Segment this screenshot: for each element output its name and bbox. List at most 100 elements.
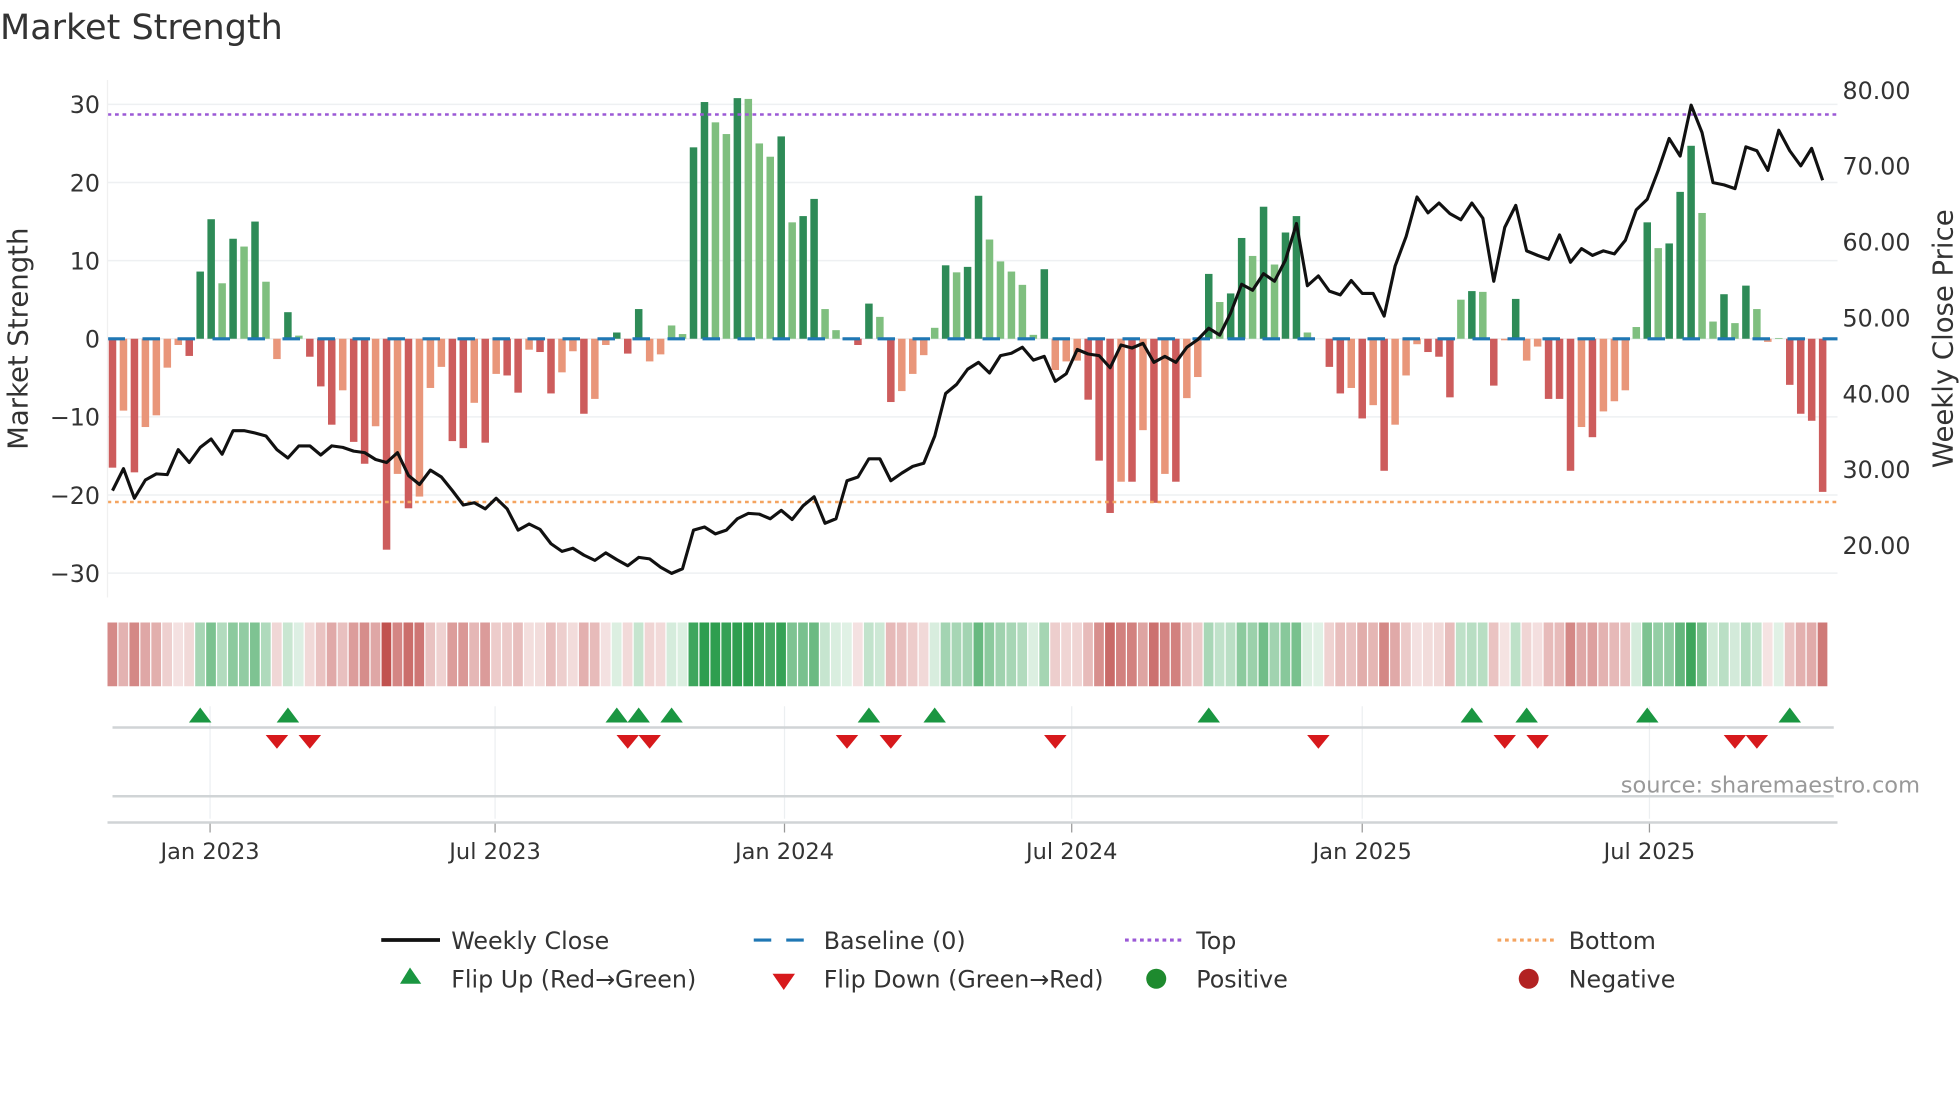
source-label: source: sharemaestro.com — [1621, 773, 1920, 799]
strength-bar — [284, 312, 292, 339]
heat-cell — [633, 622, 644, 687]
flip-up-marker — [1460, 707, 1484, 723]
flip-up-marker — [627, 707, 650, 723]
strength-bar — [755, 143, 764, 339]
heat-cell — [1006, 622, 1017, 687]
heat-cell — [1269, 622, 1280, 687]
heat-cell — [107, 622, 118, 687]
heat-cell — [151, 622, 162, 687]
flip-up-marker — [1197, 707, 1220, 723]
y-tick-label: 30 — [70, 91, 100, 119]
strength-bar — [1621, 338, 1630, 391]
strength-bar — [492, 338, 500, 374]
y2-axis-label: Weekly Close Price — [1928, 209, 1960, 468]
strength-bar — [1511, 298, 1520, 339]
heat-cell — [1291, 622, 1302, 687]
heat-cell — [480, 622, 490, 687]
heat-cell — [1773, 622, 1784, 687]
strength-bar — [744, 98, 753, 339]
y-tick-label: −20 — [50, 482, 100, 510]
heat-cell — [951, 622, 962, 687]
strength-bar — [306, 338, 314, 357]
legend-bottom[interactable]: Bottom — [1497, 927, 1656, 955]
heat-cell — [1729, 622, 1740, 687]
strength-bar — [777, 136, 785, 339]
heat-cell — [228, 622, 238, 687]
negative-dot-icon — [1518, 968, 1539, 989]
strength-bar — [1807, 338, 1816, 421]
heat-cell — [282, 622, 293, 687]
strength-bar — [207, 219, 215, 339]
heat-cell — [1817, 622, 1828, 687]
legend-label: Flip Up (Red→Green) — [451, 966, 696, 994]
strength-bar — [1742, 285, 1750, 339]
y2-tick-label: 80.00 — [1843, 77, 1911, 105]
heat-cell — [1236, 622, 1247, 687]
heat-cell — [831, 622, 841, 687]
strength-bar — [218, 283, 226, 339]
strength-bar — [1654, 248, 1662, 339]
heat-cell — [984, 622, 995, 687]
heat-cell — [381, 622, 392, 687]
heat-cell — [721, 622, 732, 687]
flip-up-marker — [605, 707, 629, 723]
legend-positive[interactable]: Positive — [1146, 966, 1288, 994]
strength-bar — [1490, 338, 1498, 386]
strength-bar — [1522, 338, 1531, 361]
strength-bar — [711, 122, 720, 339]
legend-flip-down[interactable]: Flip Down (Green→Red) — [772, 966, 1104, 994]
legend-top[interactable]: Top — [1125, 927, 1236, 955]
strength-bar — [152, 338, 161, 416]
y-tick-label: 10 — [70, 247, 100, 275]
strength-bar — [1457, 299, 1465, 339]
strength-bar — [437, 338, 446, 367]
strength-bar — [656, 338, 665, 355]
heat-cell — [1390, 622, 1400, 687]
heat-cell — [491, 622, 501, 687]
heat-cell — [666, 622, 677, 687]
heat-cell — [809, 622, 819, 687]
strength-bar — [689, 147, 698, 339]
heat-cell — [589, 622, 600, 687]
strength-bar — [876, 316, 884, 339]
flip-down-marker — [1044, 735, 1067, 749]
strength-bar — [328, 338, 336, 425]
strength-bar — [1128, 338, 1136, 482]
flip-down-marker — [1745, 735, 1769, 749]
strength-bar — [525, 338, 533, 350]
strength-bar — [536, 338, 544, 353]
heat-cell — [776, 622, 786, 687]
heat-cell — [1543, 622, 1554, 687]
flip-up-marker — [1778, 707, 1802, 723]
heat-cell — [962, 622, 973, 687]
heat-cell — [1576, 622, 1587, 687]
legend-flip-up[interactable]: Flip Up (Red→Green) — [400, 966, 696, 994]
strength-bar — [459, 338, 468, 449]
heat-cell — [1664, 622, 1674, 687]
strength-bar — [1599, 338, 1608, 412]
legend-label: Positive — [1196, 966, 1288, 994]
legend-weekly-close[interactable]: Weekly Close — [381, 927, 609, 955]
strength-bar — [1610, 338, 1619, 402]
strength-bar — [1687, 145, 1695, 339]
heat-cell — [600, 622, 611, 687]
strength-bar — [996, 261, 1005, 339]
heat-cell — [140, 622, 151, 687]
legend-baseline[interactable]: Baseline (0) — [753, 927, 966, 955]
heat-cell — [1795, 622, 1806, 687]
strength-bar — [952, 272, 961, 339]
strength-bar — [1248, 255, 1257, 339]
strength-bar — [919, 338, 928, 356]
heat-cell — [1324, 622, 1335, 687]
heat-cell — [1423, 622, 1433, 687]
flip-up-marker — [188, 707, 212, 723]
flip-down-marker — [298, 735, 322, 749]
heat-cell — [556, 622, 567, 687]
strength-bar — [1358, 338, 1366, 419]
legend-negative[interactable]: Negative — [1518, 966, 1676, 994]
heat-cell — [1401, 622, 1411, 687]
strength-bar — [1402, 338, 1410, 376]
heat-cell — [162, 622, 173, 687]
strength-bar — [1588, 338, 1597, 438]
heat-cell — [1148, 622, 1159, 687]
